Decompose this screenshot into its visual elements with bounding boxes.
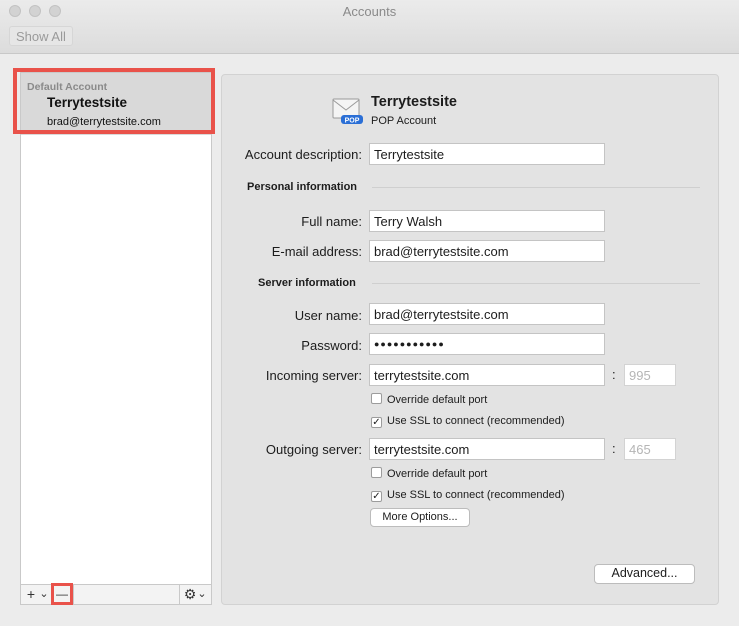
outgoing-override-port-option[interactable]: Override default port [371,467,487,480]
outgoing-override-port-label: Override default port [387,468,488,480]
outgoing-port-input[interactable] [624,438,676,460]
section-divider [372,187,700,188]
remove-account-button[interactable]: — [54,585,70,604]
account-description-input[interactable] [369,143,605,165]
section-divider [372,283,700,284]
outgoing-server-label: Outgoing server: [265,442,362,457]
window-title: Accounts [342,4,397,19]
account-group-header: Default Account [27,81,108,93]
title-bar: Accounts Show All [0,0,739,54]
toolbar-divider [51,585,52,604]
account-type: POP Account [371,115,437,127]
account-email: brad@terrytestsite.com [47,116,161,128]
password-label: Password: [301,338,362,353]
add-menu-chevron-icon[interactable]: ⌄ [39,585,49,604]
incoming-override-port-option[interactable]: Override default port [371,393,487,406]
password-input[interactable]: ●●●●●●●●●●● [369,333,605,355]
port-separator: : [612,367,616,382]
incoming-ssl-label: Use SSL to connect (recommended) [387,415,565,427]
port-separator: : [612,441,616,456]
incoming-override-port-checkbox[interactable] [371,393,382,404]
outgoing-override-port-checkbox[interactable] [371,467,382,478]
more-options-button[interactable]: More Options... [370,508,470,527]
advanced-button[interactable]: Advanced... [594,564,695,584]
add-account-button[interactable]: + [23,585,39,604]
incoming-ssl-option[interactable]: ✓ Use SSL to connect (recommended) [371,415,565,428]
server-information-heading: Server information [258,277,356,289]
incoming-port-input[interactable] [624,364,676,386]
svg-text:POP: POP [345,118,360,125]
account-name: Terrytestsite [47,95,128,110]
user-name-input[interactable] [369,303,605,325]
toolbar-divider [179,585,180,604]
outgoing-ssl-option[interactable]: ✓ Use SSL to connect (recommended) [371,489,565,502]
mail-envelope-icon: POP [332,98,363,125]
personal-information-heading: Personal information [247,181,358,193]
full-name-label: Full name: [301,214,362,229]
gear-menu-chevron-icon[interactable]: ⌄ [197,585,207,604]
outgoing-ssl-checkbox[interactable]: ✓ [371,491,382,502]
account-settings-panel: POP Terrytestsite POP Account Account de… [221,74,719,605]
incoming-override-port-label: Override default port [387,394,488,406]
incoming-ssl-checkbox[interactable]: ✓ [371,417,382,428]
toolbar-divider [73,585,74,604]
accounts-list: Default Account Terrytestsite brad@terry… [20,72,212,585]
sidebar-toolbar: + ⌄ — ⚙ ⌄ [20,585,212,605]
incoming-server-label: Incoming server: [265,368,362,383]
email-address-label: E-mail address: [271,244,362,259]
user-name-label: User name: [294,308,362,323]
incoming-server-input[interactable] [369,364,605,386]
gear-icon[interactable]: ⚙ [182,585,198,604]
account-description-label: Account description: [244,147,362,162]
email-address-input[interactable] [369,240,605,262]
show-all-button[interactable]: Show All [9,26,73,46]
outgoing-server-input[interactable] [369,438,605,460]
account-title: Terrytestsite [371,94,457,110]
full-name-input[interactable] [369,210,605,232]
outgoing-ssl-label: Use SSL to connect (recommended) [387,489,565,501]
account-list-item[interactable]: Default Account Terrytestsite brad@terry… [21,73,211,135]
